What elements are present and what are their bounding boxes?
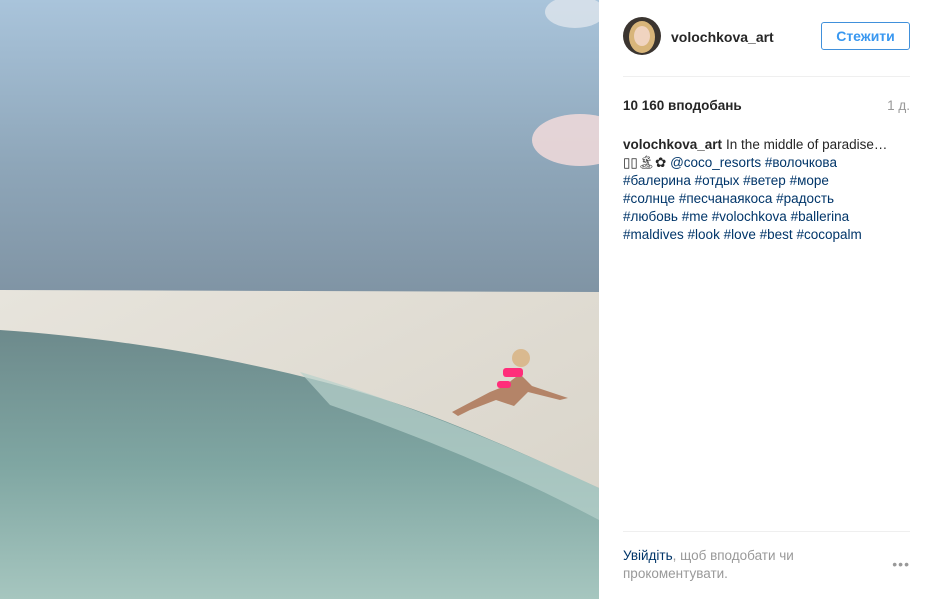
more-options-icon[interactable]: ••• bbox=[892, 556, 910, 572]
caption-text: In the middle of paradise… bbox=[726, 137, 888, 152]
hashtag[interactable]: #ballerina bbox=[791, 209, 850, 224]
hashtag[interactable]: #солнце bbox=[623, 191, 675, 206]
profile-photo-icon bbox=[623, 17, 661, 55]
post-footer: Увійдіть, щоб вподобати чи прокоментуват… bbox=[623, 531, 910, 600]
hashtag[interactable]: #любовь bbox=[623, 209, 678, 224]
username-link[interactable]: volochkova_art bbox=[671, 29, 774, 45]
caption-username[interactable]: volochkova_art bbox=[623, 137, 722, 152]
hashtag[interactable]: #песчанаякоса bbox=[679, 191, 773, 206]
hashtag[interactable]: #me bbox=[682, 209, 708, 224]
post-photo[interactable] bbox=[0, 0, 599, 599]
post-header: volochkova_art Стежити bbox=[623, 0, 910, 77]
caption-mention[interactable]: @coco_resorts bbox=[670, 155, 761, 170]
hashtag[interactable]: #volochkova bbox=[712, 209, 787, 224]
hashtag[interactable]: #look bbox=[688, 227, 720, 242]
hashtag[interactable]: #cocopalm bbox=[796, 227, 861, 242]
caption-emoji: ▯▯🏝✿ bbox=[623, 155, 667, 170]
hashtag[interactable]: #best bbox=[760, 227, 793, 242]
login-prompt: Увійдіть, щоб вподобати чи прокоментуват… bbox=[623, 547, 843, 583]
hashtag[interactable]: #love bbox=[724, 227, 756, 242]
instagram-post: volochkova_art Стежити 10 160 вподобань … bbox=[0, 0, 934, 599]
beach-scene-image bbox=[0, 0, 599, 599]
hashtag[interactable]: #отдых bbox=[695, 173, 740, 188]
hashtag[interactable]: #радость bbox=[776, 191, 834, 206]
hashtag[interactable]: #море bbox=[790, 173, 829, 188]
login-link[interactable]: Увійдіть bbox=[623, 548, 673, 563]
post-caption: volochkova_art In the middle of paradise…… bbox=[623, 136, 913, 244]
post-age[interactable]: 1 д. bbox=[887, 98, 910, 113]
avatar[interactable] bbox=[623, 17, 661, 55]
post-side-panel: volochkova_art Стежити 10 160 вподобань … bbox=[599, 0, 934, 599]
hashtag[interactable]: #волочкова bbox=[765, 155, 837, 170]
follow-button[interactable]: Стежити bbox=[821, 22, 910, 50]
likes-count[interactable]: 10 160 вподобань bbox=[623, 98, 742, 113]
hashtag[interactable]: #maldives bbox=[623, 227, 684, 242]
hashtag[interactable]: #ветер bbox=[743, 173, 786, 188]
hashtag[interactable]: #балерина bbox=[623, 173, 691, 188]
